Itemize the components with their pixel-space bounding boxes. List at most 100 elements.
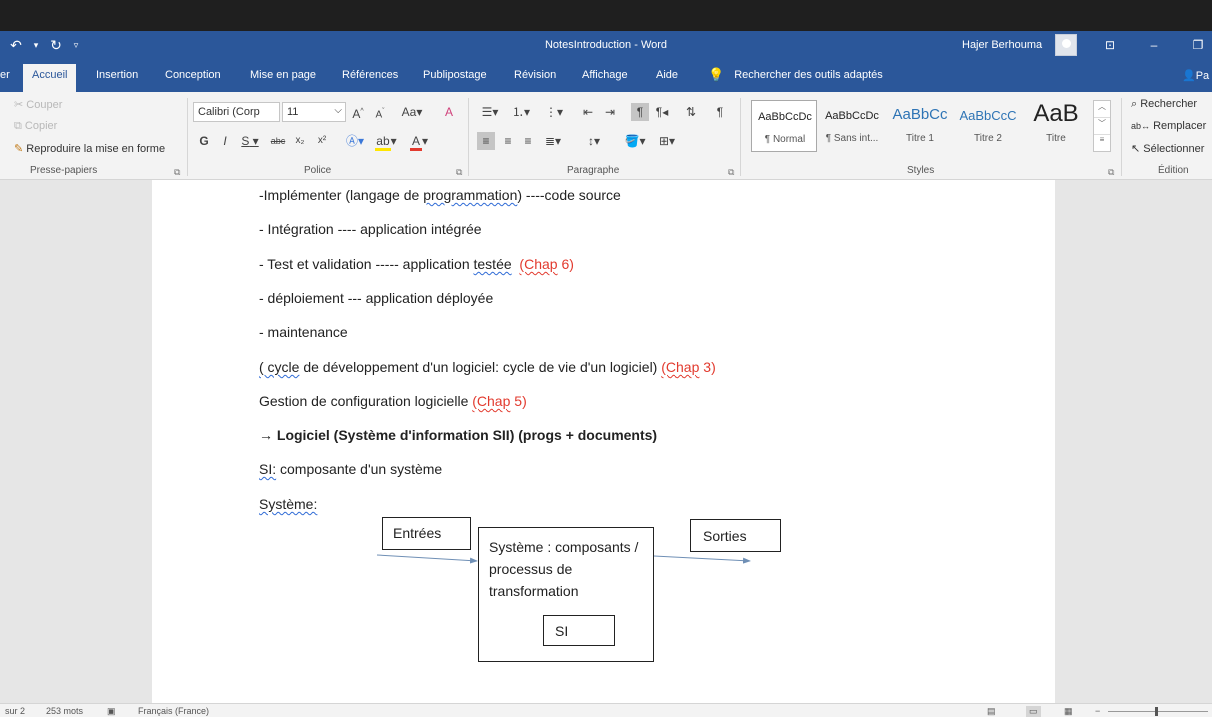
tab-aide[interactable]: Aide	[656, 69, 678, 81]
proofing-icon[interactable]: ▣	[107, 706, 116, 717]
align-center-icon[interactable]: ≡	[499, 132, 517, 150]
tab-accueil[interactable]: Accueil	[23, 64, 77, 92]
text-effects-icon[interactable]: Ⓐ▾	[342, 132, 368, 150]
font-name-combo[interactable]: Calibri (Corp	[193, 102, 280, 122]
redo-icon[interactable]: ↻	[46, 36, 66, 54]
italic-icon[interactable]: I	[218, 132, 232, 150]
clipboard-launcher-icon[interactable]: ⧉	[174, 167, 180, 178]
increase-indent-icon[interactable]: ⇥	[602, 103, 618, 121]
format-painter-button[interactable]: ✎ Reproduire la mise en forme	[14, 142, 165, 155]
style-normal[interactable]: AaBbCcDc ¶ Normal	[751, 100, 817, 152]
undo-dropdown-icon[interactable]: ▾	[30, 36, 42, 54]
web-layout-icon[interactable]: ▦	[1064, 706, 1073, 717]
find-button[interactable]: ⌕ Rechercher	[1131, 98, 1197, 111]
paragraph-group-label: Paragraphe	[567, 165, 620, 176]
bold-icon[interactable]: G	[197, 132, 211, 150]
cut-button[interactable]: ✂ Couper	[14, 98, 62, 111]
bullets-icon[interactable]: ☰▾	[477, 103, 503, 121]
ltr-icon[interactable]: ¶	[631, 103, 649, 121]
replace-button[interactable]: ab↔ Remplacer	[1131, 120, 1206, 132]
font-color-icon[interactable]: A ▾	[406, 132, 432, 151]
tab-file[interactable]: er	[0, 69, 10, 81]
clear-format-icon[interactable]: A	[440, 103, 458, 121]
borders-icon[interactable]: ⊞▾	[653, 132, 681, 150]
more-styles-icon[interactable]: ≡	[1094, 135, 1110, 151]
outputs-box[interactable]: Sorties	[690, 519, 781, 552]
font-size-combo[interactable]: 11 ⌵	[282, 102, 346, 122]
inputs-box[interactable]: Entrées	[382, 517, 471, 550]
tab-publipostage[interactable]: Publipostage	[423, 69, 487, 81]
show-marks-icon[interactable]: ¶	[711, 103, 729, 121]
select-button[interactable]: ↖ Sélectionner	[1131, 142, 1204, 155]
language-indicator[interactable]: Français (France)	[138, 706, 209, 716]
user-name[interactable]: Hajer Berhouma	[962, 39, 1042, 51]
quick-access-toolbar: ↶ ▾ ↻ ▿	[6, 36, 82, 54]
cut-label: Couper	[26, 99, 63, 111]
group-separator	[187, 98, 188, 176]
tab-conception[interactable]: Conception	[165, 69, 221, 81]
align-right-icon[interactable]: ≡	[519, 132, 537, 150]
shrink-font-icon[interactable]: Aˇ	[372, 103, 388, 124]
avatar[interactable]	[1055, 34, 1077, 56]
underline-icon[interactable]: S ▾	[238, 132, 262, 150]
undo-icon[interactable]: ↶	[6, 36, 26, 54]
minimize-icon[interactable]: –	[1143, 35, 1165, 55]
tab-affichage[interactable]: Affichage	[582, 69, 628, 81]
tab-insertion[interactable]: Insertion	[96, 69, 138, 81]
tab-revision[interactable]: Révision	[514, 69, 556, 81]
line-spacing-icon[interactable]: ↕▾	[580, 132, 608, 150]
styles-launcher-icon[interactable]: ⧉	[1108, 167, 1114, 178]
tell-me-search[interactable]: 💡 Rechercher des outils adaptés	[708, 67, 883, 83]
styles-gallery-scroll[interactable]: ︿ ﹀ ≡	[1093, 100, 1111, 152]
tab-references[interactable]: Références	[342, 69, 398, 81]
align-left-icon[interactable]: ≡	[477, 132, 495, 150]
share-button[interactable]: 👤Pa	[1182, 69, 1209, 82]
style-sample: AaBbCcC	[959, 108, 1017, 123]
grow-font-icon[interactable]: A^	[350, 103, 366, 123]
highlight-icon[interactable]: ab▾	[372, 132, 400, 151]
shading-icon[interactable]: 🪣▾	[620, 132, 650, 150]
lightbulb-icon: 💡	[708, 67, 725, 82]
si-box[interactable]: SI	[543, 615, 615, 646]
print-layout-icon[interactable]: ▭	[1026, 706, 1041, 717]
superscript-icon[interactable]: x²	[314, 132, 330, 150]
rtl-icon[interactable]: ¶◂	[653, 103, 671, 121]
replace-label: Remplacer	[1153, 120, 1207, 132]
chevron-up-icon[interactable]: ︿	[1094, 101, 1110, 118]
font-size-value: 11	[287, 106, 299, 118]
copy-button[interactable]: ⧉ Copier	[14, 120, 57, 133]
paragraph-launcher-icon[interactable]: ⧉	[728, 167, 734, 178]
chevron-down-icon[interactable]: ﹀	[1094, 118, 1110, 135]
zoom-out-button[interactable]: −	[1095, 706, 1100, 716]
zoom-slider-thumb[interactable]	[1155, 707, 1158, 716]
tab-mise-en-page[interactable]: Mise en page	[250, 69, 316, 81]
styles-group-label: Styles	[907, 165, 935, 176]
font-launcher-icon[interactable]: ⧉	[456, 167, 462, 178]
style-heading-1[interactable]: AaBbCc Titre 1	[887, 100, 953, 152]
style-sample: AaBbCcDc	[825, 110, 879, 122]
multilevel-list-icon[interactable]: ⋮▾	[539, 103, 569, 121]
sort-icon[interactable]: ⇅	[682, 103, 700, 121]
ribbon-display-icon[interactable]: ⊡	[1099, 35, 1121, 55]
decrease-indent-icon[interactable]: ⇤	[580, 103, 596, 121]
document-page[interactable]: -Implémenter (langage de programmation) …	[152, 180, 1055, 703]
style-name: ¶ Sans int...	[825, 133, 879, 144]
zoom-slider-track[interactable]	[1108, 711, 1208, 712]
word-count[interactable]: 253 mots	[46, 706, 83, 716]
style-heading-2[interactable]: AaBbCcC Titre 2	[955, 100, 1021, 152]
page-count[interactable]: sur 2	[5, 706, 25, 716]
justify-icon[interactable]: ≣▾	[540, 132, 566, 150]
style-name: Titre 1	[906, 133, 934, 144]
style-title[interactable]: AaB Titre	[1023, 100, 1089, 152]
change-case-icon[interactable]: Aa▾	[398, 103, 426, 121]
strikethrough-icon[interactable]: abc	[268, 132, 288, 150]
numbering-icon[interactable]: ⒈▾	[507, 103, 535, 121]
subscript-icon[interactable]: x₂	[292, 132, 308, 150]
style-no-spacing[interactable]: AaBbCcDc ¶ Sans int...	[819, 100, 885, 152]
customize-qat-icon[interactable]: ▿	[70, 36, 82, 54]
paintbrush-icon: ✎	[14, 143, 24, 155]
restore-icon[interactable]: ❐	[1187, 35, 1209, 55]
style-name: ¶ Normal	[764, 134, 806, 145]
read-mode-icon[interactable]: ▤	[987, 706, 996, 717]
document-area[interactable]: -Implémenter (langage de programmation) …	[0, 180, 1212, 703]
